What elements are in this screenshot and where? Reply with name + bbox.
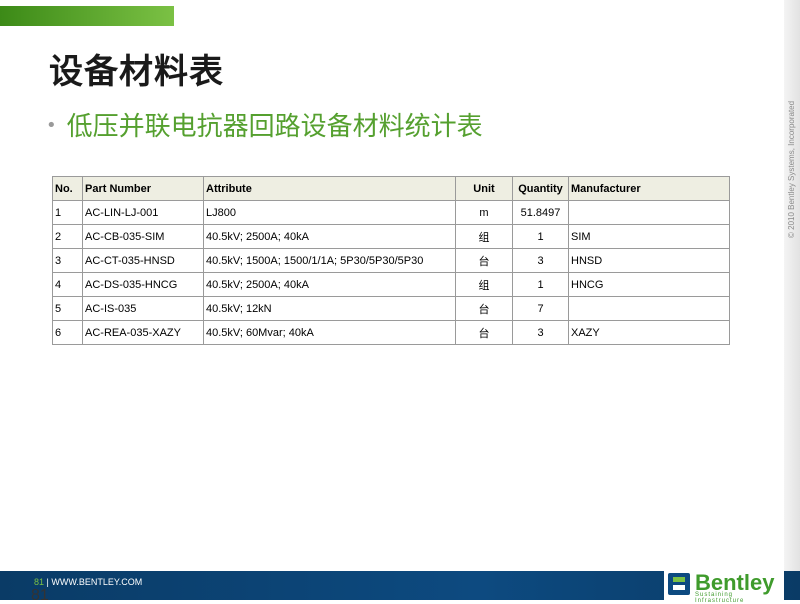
cell-quantity: 1 [512, 272, 569, 297]
bentley-b-mark-icon [668, 573, 690, 595]
cell-quantity: 7 [512, 296, 569, 321]
cell-no: 5 [52, 296, 83, 321]
right-side-strip [784, 0, 800, 572]
header-manufacturer: Manufacturer [568, 176, 730, 201]
cell-unit: 台 [455, 320, 513, 345]
header-quantity: Quantity [512, 176, 569, 201]
cell-unit: m [455, 200, 513, 225]
table-row: 5 AC-IS-035 40.5kV; 12kN 台 7 [52, 296, 730, 321]
cell-part-number: AC-REA-035-XAZY [82, 320, 204, 345]
cell-attribute: 40.5kV; 2500A; 40kA [203, 272, 456, 297]
logo-tagline: Sustaining Infrastructure [695, 592, 745, 604]
table-row: 1 AC-LIN-LJ-001 LJ800 m 51.8497 [52, 200, 730, 225]
footer-text: 81 | WWW.BENTLEY.COM [34, 577, 142, 587]
cell-manufacturer [568, 200, 730, 225]
cell-attribute: 40.5kV; 2500A; 40kA [203, 224, 456, 249]
bullet-dot-icon: • [46, 115, 57, 136]
table-row: 3 AC-CT-035-HNSD 40.5kV; 1500A; 1500/1/1… [52, 248, 730, 273]
bullet-item: • 低压并联电抗器回路设备材料统计表 [46, 106, 483, 143]
cell-attribute: 40.5kV; 1500A; 1500/1/1A; 5P30/5P30/5P30 [203, 248, 456, 273]
cell-no: 1 [52, 200, 83, 225]
header-part-number: Part Number [82, 176, 204, 201]
cell-attribute: 40.5kV; 60Mvar; 40kA [203, 320, 456, 345]
cell-no: 4 [52, 272, 83, 297]
cell-manufacturer [568, 296, 730, 321]
cell-quantity: 51.8497 [512, 200, 569, 225]
table-header-row: No. Part Number Attribute Unit Quantity … [52, 176, 730, 201]
cell-attribute: 40.5kV; 12kN [203, 296, 456, 321]
cell-part-number: AC-CT-035-HNSD [82, 248, 204, 273]
cell-unit: 台 [455, 296, 513, 321]
cell-manufacturer: HNSD [568, 248, 730, 273]
cell-quantity: 3 [512, 248, 569, 273]
page-number: 81 [31, 587, 49, 604]
cell-no: 2 [52, 224, 83, 249]
header-attribute: Attribute [203, 176, 456, 201]
footer-url-link[interactable]: WWW.BENTLEY.COM [51, 577, 142, 587]
cell-unit: 台 [455, 248, 513, 273]
bentley-logo: Bentley Sustaining Infrastructure [664, 569, 784, 604]
cell-part-number: AC-CB-035-SIM [82, 224, 204, 249]
table-row: 4 AC-DS-035-HNCG 40.5kV; 2500A; 40kA 组 1… [52, 272, 730, 297]
cell-no: 6 [52, 320, 83, 345]
cell-part-number: AC-DS-035-HNCG [82, 272, 204, 297]
slide-title: 设备材料表 [49, 52, 224, 92]
header-no: No. [52, 176, 83, 201]
cell-attribute: LJ800 [203, 200, 456, 225]
cell-manufacturer: XAZY [568, 320, 730, 345]
cell-quantity: 3 [512, 320, 569, 345]
materials-table: No. Part Number Attribute Unit Quantity … [52, 176, 730, 345]
cell-part-number: AC-IS-035 [82, 296, 204, 321]
cell-manufacturer: HNCG [568, 272, 730, 297]
header-unit: Unit [455, 176, 513, 201]
table-row: 6 AC-REA-035-XAZY 40.5kV; 60Mvar; 40kA 台… [52, 320, 730, 345]
cell-manufacturer: SIM [568, 224, 730, 249]
cell-part-number: AC-LIN-LJ-001 [82, 200, 204, 225]
cell-quantity: 1 [512, 224, 569, 249]
cell-unit: 组 [455, 272, 513, 297]
cell-unit: 组 [455, 224, 513, 249]
top-accent-bar [0, 6, 174, 26]
footer-page: 81 [34, 577, 45, 587]
bullet-text: 低压并联电抗器回路设备材料统计表 [66, 112, 483, 142]
cell-no: 3 [52, 248, 83, 273]
copyright-text: © 2010 Bentley Systems, Incorporated [787, 100, 796, 238]
table-row: 2 AC-CB-035-SIM 40.5kV; 2500A; 40kA 组 1 … [52, 224, 730, 249]
